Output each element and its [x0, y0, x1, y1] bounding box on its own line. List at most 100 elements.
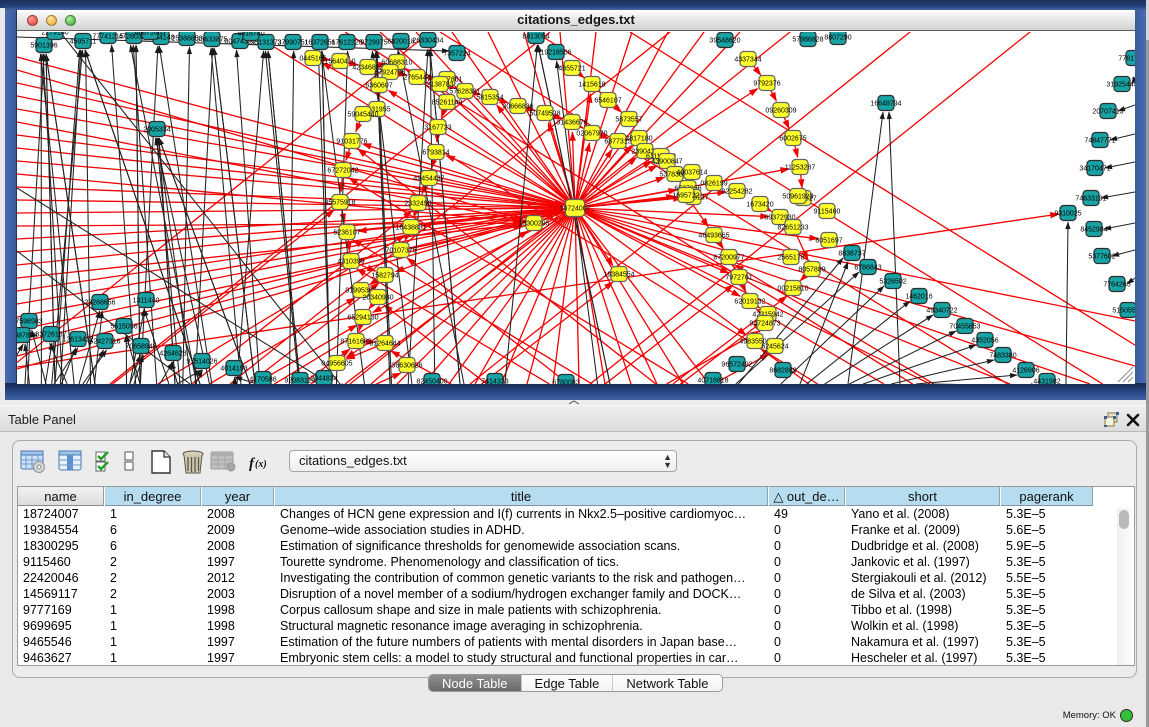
svg-text:81264644: 81264644: [369, 341, 400, 348]
svg-text:04956605: 04956605: [321, 361, 352, 368]
svg-text:2565178: 2565178: [777, 255, 804, 262]
svg-text:4655721: 4655721: [558, 66, 585, 73]
svg-text:7972761: 7972761: [725, 275, 752, 282]
svg-text:8820018: 8820018: [387, 39, 414, 46]
svg-text:82254282: 82254282: [721, 189, 752, 196]
svg-text:18300295: 18300295: [518, 221, 549, 228]
svg-text:70658948: 70658948: [125, 344, 156, 351]
svg-text:9792376: 9792376: [753, 81, 780, 88]
svg-text:8813054: 8813054: [522, 34, 549, 41]
svg-text:2332493: 2332493: [404, 201, 431, 208]
svg-text:20340930: 20340930: [362, 295, 393, 302]
svg-text:6236107: 6236107: [333, 230, 360, 237]
svg-text:5377602: 5377602: [1088, 254, 1115, 261]
svg-text:8452984: 8452984: [1080, 227, 1107, 234]
svg-text:2005334: 2005334: [143, 127, 170, 134]
svg-text:50961923: 50961923: [782, 194, 813, 201]
svg-text:9729975: 9729975: [360, 40, 387, 47]
svg-text:16648794: 16648794: [870, 101, 901, 108]
svg-text:6245624: 6245624: [761, 344, 788, 351]
svg-text:70455853: 70455853: [949, 324, 980, 331]
svg-text:46493665: 46493665: [698, 233, 729, 240]
svg-text:19384554: 19384554: [603, 272, 634, 279]
svg-text:30666836: 30666836: [502, 104, 533, 111]
svg-text:4337344: 4337344: [734, 57, 761, 64]
svg-text:7764265: 7764265: [1103, 282, 1130, 289]
svg-text:74847771: 74847771: [1084, 138, 1115, 145]
svg-text:6360607: 6360607: [365, 83, 392, 90]
svg-text:31436676: 31436676: [556, 120, 587, 127]
svg-text:09260309: 09260309: [765, 108, 796, 115]
svg-text:8051697: 8051697: [815, 238, 842, 245]
svg-text:19218506: 19218506: [540, 50, 571, 57]
svg-text:97514026: 97514026: [186, 359, 217, 366]
svg-text:26330434: 26330434: [412, 38, 443, 45]
svg-text:36630626: 36630626: [391, 363, 422, 370]
svg-text:2138783: 2138783: [426, 82, 453, 89]
svg-text:0445166: 0445166: [299, 56, 326, 63]
svg-text:85261149: 85261149: [432, 100, 463, 107]
svg-text:4018780: 4018780: [237, 32, 264, 38]
svg-text:67612220: 67612220: [331, 40, 362, 47]
svg-text:6002675: 6002675: [779, 136, 806, 143]
svg-text:6780083: 6780083: [552, 380, 579, 385]
svg-text:8807290: 8807290: [824, 35, 851, 42]
svg-text:02067970: 02067970: [576, 131, 607, 138]
svg-text:1311440: 1311440: [133, 298, 160, 305]
svg-text:9310025: 9310025: [1054, 211, 1081, 218]
svg-text:40037614: 40037614: [676, 170, 707, 177]
svg-text:(x): (x): [255, 459, 267, 470]
svg-text:33633875: 33633875: [196, 37, 227, 44]
svg-text:4352056: 4352056: [971, 338, 998, 345]
svg-text:9115460: 9115460: [814, 209, 841, 216]
svg-text:2279180: 2279180: [41, 32, 68, 37]
svg-text:59045440: 59045440: [347, 112, 378, 119]
svg-text:65294130: 65294130: [347, 315, 378, 322]
svg-text:18724007: 18724007: [559, 206, 590, 213]
svg-text:7598983: 7598983: [17, 319, 43, 326]
svg-text:82450400: 82450400: [416, 379, 447, 385]
svg-text:4310399: 4310399: [337, 259, 364, 266]
svg-text:1415618: 1415618: [578, 82, 605, 89]
svg-text:49454437: 49454437: [413, 176, 444, 183]
svg-text:74633191: 74633191: [1075, 196, 1106, 203]
svg-text:87200977: 87200977: [713, 255, 744, 262]
svg-text:62019132: 62019132: [734, 299, 765, 306]
svg-text:35575918: 35575918: [324, 200, 355, 207]
svg-text:4170586: 4170586: [249, 377, 276, 384]
svg-text:15640410: 15640410: [324, 59, 355, 66]
svg-text:2817180: 2817180: [625, 136, 652, 143]
svg-text:3167723: 3167723: [424, 125, 451, 132]
svg-text:67924708: 67924708: [374, 70, 405, 77]
svg-text:5326502: 5326502: [879, 279, 906, 286]
svg-text:4431982: 4431982: [1033, 379, 1060, 385]
svg-text:50749528: 50749528: [529, 111, 560, 118]
svg-text:00215810: 00215810: [777, 286, 808, 293]
svg-text:96572492: 96572492: [721, 362, 752, 369]
svg-text:8682889: 8682889: [769, 368, 796, 375]
svg-text:4264628: 4264628: [159, 351, 186, 358]
svg-text:2344834: 2344834: [310, 376, 337, 383]
svg-text:77617409: 77617409: [1118, 56, 1135, 63]
svg-text:16438831: 16438831: [395, 225, 426, 232]
svg-text:5873557: 5873557: [615, 117, 642, 124]
svg-text:87161682: 87161682: [340, 339, 371, 346]
svg-text:6786843: 6786843: [854, 265, 881, 272]
svg-text:7357224: 7357224: [443, 51, 470, 58]
svg-text:5901396: 5901396: [30, 43, 57, 50]
svg-text:67272042: 67272042: [327, 168, 358, 175]
svg-text:49340722: 49340722: [926, 308, 957, 315]
svg-text:5515058: 5515058: [110, 324, 137, 331]
svg-text:6546107: 6546107: [594, 98, 621, 105]
svg-text:1582794: 1582794: [371, 273, 398, 280]
svg-text:0826199: 0826199: [700, 181, 727, 188]
svg-text:1695722: 1695722: [672, 193, 699, 200]
svg-text:82651233: 82651233: [777, 225, 808, 232]
svg-text:34170471: 34170471: [1079, 166, 1110, 173]
svg-text:43900847: 43900847: [651, 159, 682, 166]
svg-text:20707413: 20707413: [1092, 109, 1123, 116]
svg-text:1673420: 1673420: [746, 202, 773, 209]
svg-text:52427316: 52427316: [89, 339, 120, 346]
svg-text:39548620: 39548620: [709, 38, 740, 45]
svg-text:40718818: 40718818: [697, 378, 728, 385]
